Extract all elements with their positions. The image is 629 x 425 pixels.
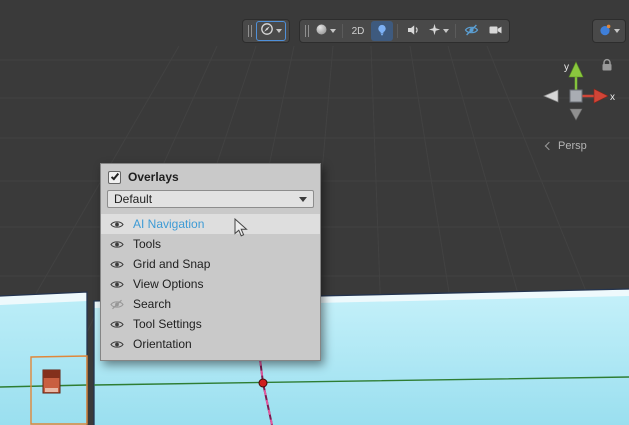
lock-icon[interactable]	[600, 58, 614, 72]
overlay-item-orientation[interactable]: Orientation	[101, 334, 320, 354]
drag-handle-icon[interactable]	[246, 25, 254, 37]
projection-toggle[interactable]: Persp	[546, 140, 587, 152]
eye-icon[interactable]	[110, 339, 124, 350]
projection-label: Persp	[558, 140, 587, 152]
lighting-toggle-button[interactable]	[371, 21, 393, 41]
overlay-menu-toolbar	[242, 19, 290, 43]
overlay-item-label: Search	[133, 297, 171, 311]
eye-icon[interactable]	[110, 239, 124, 250]
scene-object-cube[interactable]	[43, 370, 60, 393]
neg-x-axis-cone[interactable]	[544, 90, 558, 102]
compass-icon	[260, 22, 274, 41]
overlay-item-label: AI Navigation	[133, 217, 204, 231]
camera-settings-button[interactable]	[484, 21, 506, 41]
toolbar-separator	[342, 24, 343, 38]
2d-label: 2D	[352, 26, 365, 37]
gizmos-dropdown-button[interactable]	[596, 21, 622, 41]
overlay-item-label: Tool Settings	[133, 317, 202, 331]
unity-scene-view[interactable]: 2D	[0, 0, 629, 425]
chevron-down-icon	[276, 29, 282, 33]
navmesh-left-block	[0, 292, 87, 425]
toolbar-separator	[455, 24, 456, 38]
gizmo-menu-arrow-icon	[545, 142, 553, 150]
chevron-down-icon	[443, 29, 449, 33]
lightbulb-icon	[375, 23, 389, 40]
eye-icon[interactable]	[110, 319, 124, 330]
path-endpoint	[259, 379, 267, 387]
overlay-item-view-options[interactable]: View Options	[101, 274, 320, 294]
eye-off-icon[interactable]	[110, 299, 124, 310]
y-axis-label: y	[564, 62, 569, 73]
checkmark-icon	[110, 172, 118, 181]
shading-mode-button[interactable]	[313, 21, 338, 41]
overlay-item-ai-navigation[interactable]: AI Navigation	[101, 214, 320, 234]
audio-toggle-button[interactable]	[402, 21, 424, 41]
overlay-item-grid-and-snap[interactable]: Grid and Snap	[101, 254, 320, 274]
overlay-menu-button[interactable]	[256, 21, 286, 41]
chevron-down-icon	[614, 29, 620, 33]
x-axis-cone[interactable]	[594, 89, 608, 103]
neg-y-axis-cone[interactable]	[570, 109, 582, 120]
overlays-menu-title: Overlays	[128, 170, 179, 184]
x-axis-label: x	[610, 92, 615, 103]
effects-dropdown-button[interactable]	[426, 21, 451, 41]
camera-icon	[488, 23, 503, 39]
sparkle-icon	[428, 23, 441, 39]
visibility-toggle-button[interactable]	[460, 21, 482, 41]
overlay-item-tools[interactable]: Tools	[101, 234, 320, 254]
scene-toolbar: 2D	[242, 19, 626, 43]
toolbar-separator	[397, 24, 398, 38]
eye-icon[interactable]	[110, 259, 124, 270]
mouse-cursor	[234, 218, 250, 239]
gizmos-toolbar	[592, 19, 626, 43]
overlay-item-label: Tools	[133, 237, 161, 251]
speaker-icon	[406, 23, 420, 40]
overlays-enabled-checkbox[interactable]	[108, 171, 121, 184]
eye-off-icon	[464, 23, 479, 40]
gizmo-center-cube[interactable]	[570, 90, 582, 102]
drag-handle-icon[interactable]	[303, 25, 311, 37]
preset-dropdown-value: Default	[114, 192, 299, 206]
overlay-item-label: View Options	[133, 277, 203, 291]
2d-toggle-button[interactable]: 2D	[347, 21, 369, 41]
overlay-item-label: Grid and Snap	[133, 257, 210, 271]
overlay-item-search[interactable]: Search	[101, 294, 320, 314]
overlay-item-label: Orientation	[133, 337, 192, 351]
eye-icon[interactable]	[110, 279, 124, 290]
view-options-toolbar: 2D	[299, 19, 510, 43]
preset-dropdown[interactable]: Default	[107, 190, 314, 208]
chevron-down-icon	[299, 197, 307, 202]
overlays-menu: Overlays Default AI Navigation Too	[100, 163, 321, 361]
gizmo-sphere-icon	[598, 23, 612, 40]
overlay-item-tool-settings[interactable]: Tool Settings	[101, 314, 320, 334]
sphere-icon	[315, 23, 328, 39]
y-axis-cone[interactable]	[569, 62, 583, 77]
chevron-down-icon	[330, 29, 336, 33]
eye-icon[interactable]	[110, 219, 124, 230]
